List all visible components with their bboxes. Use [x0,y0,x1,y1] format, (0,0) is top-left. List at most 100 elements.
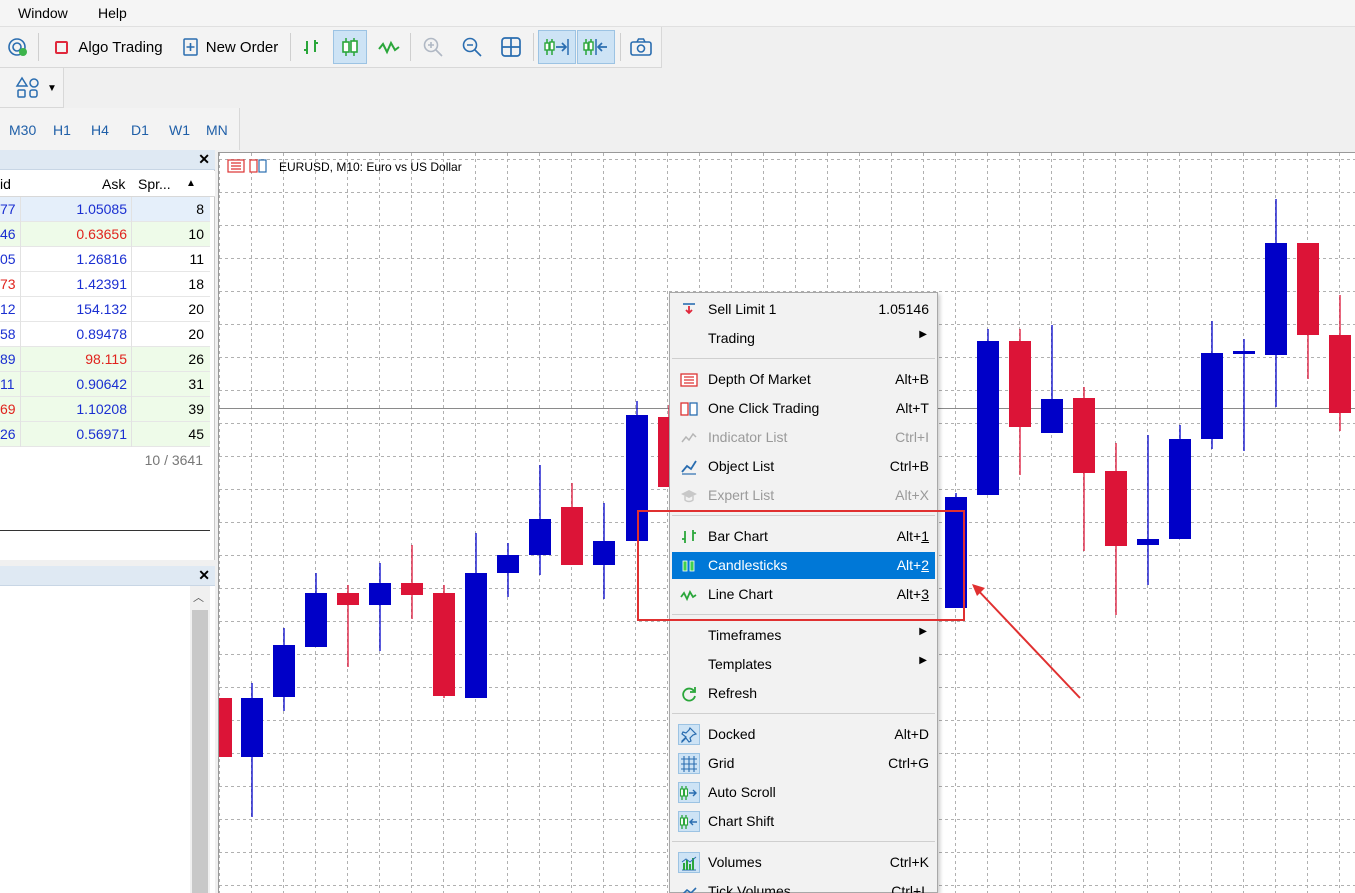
candle-body [273,645,295,697]
scroll-up-icon[interactable]: ︿ [193,589,204,605]
table-row[interactable]: 58 0.89478 20 [0,322,210,347]
menu-trading[interactable]: Trading ▶ [672,325,935,352]
table-row[interactable]: 46 0.63656 10 [0,222,210,247]
timeframe-m30[interactable]: M30 [9,122,36,138]
depth-of-market-icon [678,369,700,390]
candle-body [465,573,487,698]
candle-body [593,541,615,565]
menu-timeframes[interactable]: Timeframes ▶ [672,622,935,649]
signals-button[interactable] [4,30,32,64]
auto-scroll-icon [678,782,700,803]
ask-cell: 0.89478 [76,326,127,342]
table-row[interactable]: 69 1.10208 39 [0,397,210,422]
new-order-label: New Order [205,38,279,56]
candle-body [219,698,232,757]
one-click-trading-icon[interactable] [249,159,267,173]
spread-cell: 20 [188,301,204,317]
refresh-icon [678,683,700,704]
menu-one-click-trading[interactable]: One Click Trading Alt+T [672,395,935,422]
scrollbar-thumb[interactable] [192,610,208,893]
ask-cell: 0.56971 [76,426,127,442]
bar-chart-button[interactable] [296,30,326,64]
menu-auto-scroll[interactable]: Auto Scroll [672,779,935,806]
table-row[interactable]: 73 1.42391 18 [0,272,210,297]
menu-grid[interactable]: Grid Ctrl+G [672,750,935,777]
candle-body [1073,398,1095,473]
sell-limit-icon [678,299,700,320]
candle-body [337,593,359,605]
bid-cell: 12 [0,301,16,317]
column-ask[interactable]: Ask [102,176,125,192]
candle-body [1233,351,1255,354]
candle-body [305,593,327,647]
depth-of-market-icon[interactable] [227,159,245,173]
camera-icon [630,38,652,56]
table-row[interactable]: 12 154.132 20 [0,297,210,322]
candle-body [401,583,423,595]
indicator-list-icon [678,427,700,448]
objects-dropdown-button[interactable]: ▼ [14,71,58,105]
tile-windows-button[interactable] [496,30,526,64]
screenshot-button[interactable] [626,30,656,64]
algo-trading-icon [55,40,69,54]
menu-expert-list[interactable]: Expert List Alt+X [672,482,935,509]
menu-refresh[interactable]: Refresh [672,680,935,707]
menu-templates[interactable]: Templates ▶ [672,651,935,678]
bid-cell: 58 [0,326,16,342]
close-icon[interactable]: ✕ [198,567,210,584]
candlesticks-button[interactable] [333,30,367,64]
table-row[interactable]: 26 0.56971 45 [0,422,210,447]
menu-depth-of-market[interactable]: Depth Of Market Alt+B [672,366,935,393]
bid-cell: 77 [0,201,16,217]
column-bid[interactable]: id [0,176,11,192]
zoom-out-button[interactable] [457,30,487,64]
table-row[interactable]: 05 1.26816 11 [0,247,210,272]
table-row[interactable]: 77 1.05085 8 [0,197,210,222]
zoom-out-icon [462,37,482,57]
column-spread[interactable]: Spr... [138,176,171,192]
candle-body [1041,399,1063,433]
menu-window[interactable]: Window [18,5,68,21]
menu-docked[interactable]: Docked Alt+D [672,721,935,748]
table-row[interactable]: 89 98.115 26 [0,347,210,372]
spread-cell: 45 [188,426,204,442]
candle-body [1137,539,1159,545]
spread-cell: 10 [188,226,204,242]
spread-cell: 18 [188,276,204,292]
candle-body [1009,341,1031,427]
candle-body [241,698,263,757]
tile-windows-icon [501,37,521,57]
new-order-button[interactable]: New Order [178,30,282,64]
menu-tick-volumes[interactable]: Tick Volumes Ctrl+L [672,878,935,893]
close-icon[interactable]: ✕ [198,151,210,168]
chevron-down-icon: ▼ [47,82,57,94]
symbols-count: 10 / 3641 [144,452,203,468]
chart-shift-icon [678,811,700,832]
ask-cell: 0.63656 [76,226,127,242]
spread-cell: 20 [188,326,204,342]
candle-body [1201,353,1223,439]
menu-indicator-list[interactable]: Indicator List Ctrl+I [672,424,935,451]
algo-trading-label: Algo Trading [78,38,163,56]
menu-chart-shift[interactable]: Chart Shift [672,808,935,835]
auto-scroll-button[interactable] [538,30,576,64]
timeframe-mn[interactable]: MN [206,122,228,138]
table-row[interactable]: 11 0.90642 31 [0,372,210,397]
timeframe-h1[interactable]: H1 [53,122,71,138]
timeframe-d1[interactable]: D1 [131,122,149,138]
ask-cell: 1.26816 [76,251,127,267]
algo-trading-button[interactable]: Algo Trading [50,30,168,64]
chart-shift-button[interactable] [577,30,615,64]
tick-volumes-icon [678,881,700,893]
menu-object-list[interactable]: Object List Ctrl+B [672,453,935,480]
line-chart-button[interactable] [374,30,404,64]
menu-sell-limit[interactable]: Sell Limit 1 1.05146 [672,296,935,323]
menu-help[interactable]: Help [98,5,127,21]
market-watch-panel: ✕ id Ask Spr... ▲ 77 1.05085 8 46 0.63656 10 0… [0,150,215,560]
bid-cell: 11 [0,376,15,392]
timeframe-w1[interactable]: W1 [169,122,190,138]
timeframe-h4[interactable]: H4 [91,122,109,138]
zoom-in-button[interactable] [418,30,448,64]
menu-volumes[interactable]: Volumes Ctrl+K [672,849,935,876]
ask-cell: 154.132 [76,301,127,317]
